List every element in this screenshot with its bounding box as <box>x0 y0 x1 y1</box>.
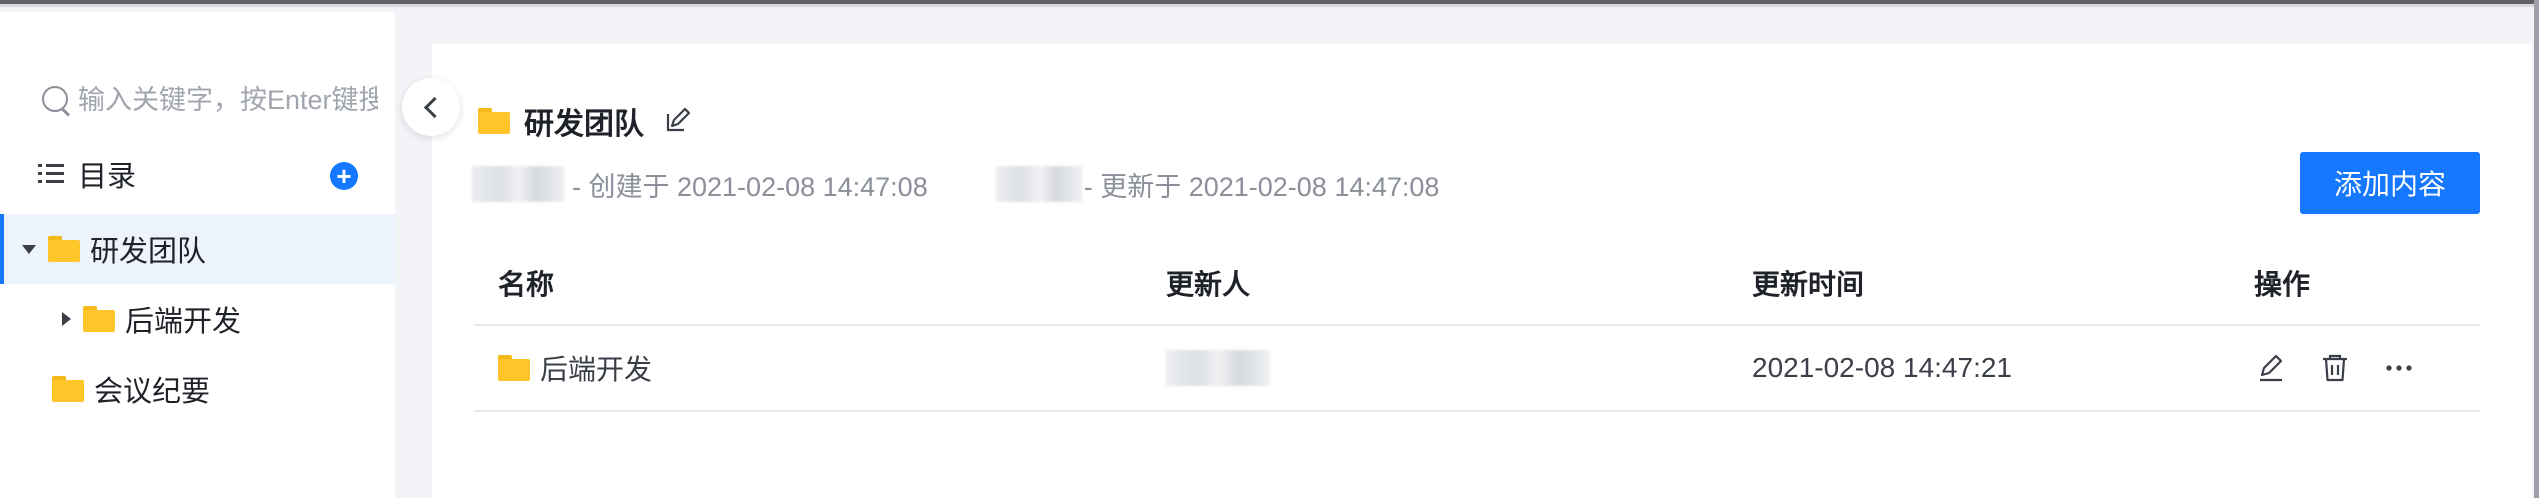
row-updated-time: 2021-02-08 14:47:21 <box>1752 352 2012 383</box>
sidebar: 目录 + 研发团队 后端开发 会议纪要 <box>0 12 395 498</box>
updated-text: - 更新于 2021-02-08 14:47:08 <box>1083 171 1440 202</box>
list-icon <box>38 162 66 186</box>
window-top-shadow <box>0 4 2539 7</box>
header-updated-time[interactable]: 更新时间 <box>1752 242 1864 324</box>
tree-item-label: 后端开发 <box>125 306 242 338</box>
delete-icon[interactable] <box>2318 351 2352 385</box>
add-content-button[interactable]: 添加内容 <box>2300 152 2480 214</box>
row-actions <box>2254 326 2416 410</box>
more-icon[interactable] <box>2382 351 2416 385</box>
page-title: 研发团队 <box>524 108 644 141</box>
row-name-cell[interactable]: 后端开发 <box>498 326 652 410</box>
table-header: 名称 更新人 更新时间 操作 <box>474 242 2480 326</box>
plus-icon: + <box>336 161 352 191</box>
meta-info: - 创建于 2021-02-08 14:47:08 - 更新于 2021-02-… <box>472 162 1439 206</box>
collapse-sidebar-button[interactable] <box>402 78 460 136</box>
header-updater[interactable]: 更新人 <box>1166 242 1250 324</box>
updater-avatar-blurred <box>995 166 1082 202</box>
search-icon <box>38 83 70 117</box>
search-box[interactable] <box>38 72 378 128</box>
row-name[interactable]: 后端开发 <box>540 348 652 388</box>
folder-icon <box>48 236 80 262</box>
add-catalog-button[interactable]: + <box>330 162 358 190</box>
creator-avatar-blurred <box>472 166 564 202</box>
edit-title-icon[interactable] <box>662 106 692 136</box>
tree-item-meeting-notes[interactable]: 会议纪要 <box>0 354 447 424</box>
catalog-header: 目录 <box>38 148 368 200</box>
page-title-row: 研发团队 <box>478 96 692 146</box>
table-row[interactable]: 后端开发 2021-02-08 14:47:21 <box>474 326 2480 412</box>
updater-name-blurred <box>1166 350 1270 386</box>
search-input[interactable] <box>78 84 378 116</box>
header-name[interactable]: 名称 <box>498 242 554 324</box>
header-actions: 操作 <box>2254 269 2311 300</box>
chevron-left-icon <box>423 96 445 118</box>
tree-item-label: 研发团队 <box>90 236 207 268</box>
content-table: 名称 更新人 更新时间 操作 后端开发 2021-02-08 14:47:21 <box>474 242 2480 412</box>
folder-icon <box>83 306 115 332</box>
tree-item-research-team[interactable]: 研发团队 <box>0 214 395 284</box>
folder-icon <box>52 376 84 402</box>
created-text: - 创建于 2021-02-08 14:47:08 <box>572 171 928 202</box>
tree-item-backend[interactable]: 后端开发 <box>0 284 457 354</box>
folder-icon <box>478 108 510 134</box>
main-panel: 研发团队 - 创建于 2021-02-08 14:47:08 - 更新于 202… <box>432 44 2532 498</box>
catalog-label: 目录 <box>78 161 137 193</box>
window-right-border <box>2534 0 2539 498</box>
folder-icon <box>498 355 530 381</box>
tree-item-label: 会议纪要 <box>94 376 211 408</box>
row-updater-cell <box>1166 326 1270 410</box>
caret-right-icon[interactable] <box>62 312 71 326</box>
caret-down-icon[interactable] <box>22 244 36 254</box>
edit-icon[interactable] <box>2254 351 2288 385</box>
